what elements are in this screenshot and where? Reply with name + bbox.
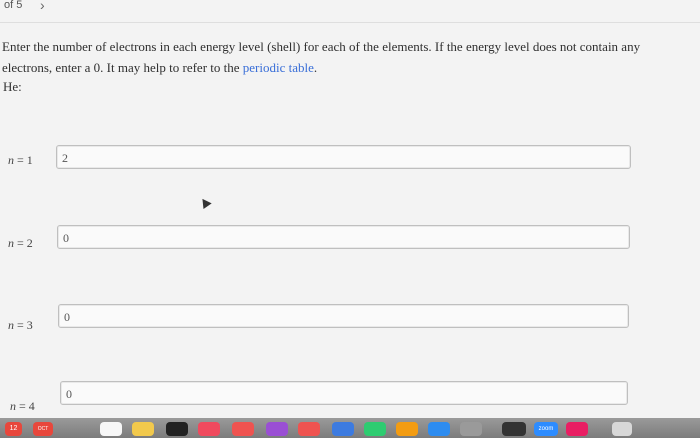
shell-number: = 1 <box>14 153 33 167</box>
shell-number: = 3 <box>14 318 33 332</box>
trash-icon[interactable] <box>612 422 632 436</box>
keynote-icon[interactable] <box>332 422 354 436</box>
shell-label-3: n = 3 <box>8 318 33 333</box>
app-store-icon[interactable] <box>428 422 450 436</box>
mouse-pointer-icon <box>198 195 212 210</box>
top-navigation: of 5 › <box>0 0 700 18</box>
music-icon[interactable] <box>198 422 220 436</box>
numbers-icon[interactable] <box>364 422 386 436</box>
element-label: He: <box>3 79 22 94</box>
news-app-icon[interactable] <box>298 422 320 436</box>
page-indicator: of 5 <box>4 0 23 11</box>
instructions-period: . <box>313 60 318 75</box>
shell-3-answer-field[interactable]: 0 <box>58 304 629 328</box>
shell-label-2: n = 2 <box>8 236 33 251</box>
news-icon[interactable] <box>232 422 254 436</box>
divider <box>0 22 700 23</box>
shell-number: = 4 <box>16 399 35 413</box>
next-page-icon[interactable]: › <box>40 0 45 13</box>
photo-booth-icon[interactable] <box>566 422 588 436</box>
instructions-text: Enter the number of electrons in each en… <box>2 39 641 75</box>
calendar-day-icon[interactable]: 12 <box>5 422 22 436</box>
shell-label-1: n = 1 <box>8 153 33 168</box>
calendar-month-icon[interactable]: OCT <box>33 422 53 436</box>
zoom-icon[interactable]: zoom <box>534 422 558 436</box>
pages-icon[interactable] <box>396 422 418 436</box>
podcasts-icon[interactable] <box>266 422 288 436</box>
piano-icon[interactable] <box>502 422 526 436</box>
settings-icon[interactable] <box>460 422 482 436</box>
periodic-table-link[interactable]: periodic table <box>243 60 314 75</box>
macos-dock: 12 OCT zoom <box>0 418 700 438</box>
shell-2-answer-field[interactable]: 0 <box>57 225 630 249</box>
shell-4-answer-field[interactable]: 0 <box>60 381 628 405</box>
notes-icon[interactable] <box>132 422 154 436</box>
shell-label-4: n = 4 <box>10 399 35 414</box>
question-instructions: Enter the number of electrons in each en… <box>2 36 642 78</box>
shell-number: = 2 <box>14 236 33 250</box>
shell-1-answer-field[interactable]: 2 <box>56 145 631 169</box>
reminders-icon[interactable] <box>100 422 122 436</box>
apple-tv-icon[interactable] <box>166 422 188 436</box>
